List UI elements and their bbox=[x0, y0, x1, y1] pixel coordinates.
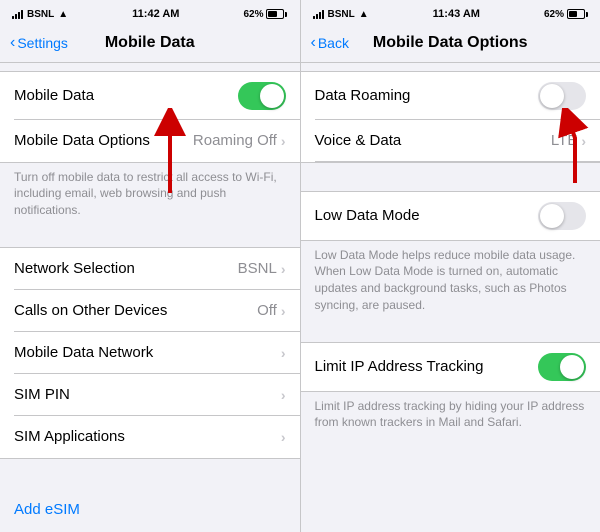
network-selection-chevron: › bbox=[281, 261, 286, 277]
back-label-1: Settings bbox=[17, 35, 68, 51]
back-button-1[interactable]: ‹ Settings bbox=[10, 35, 68, 51]
sim-apps-label: SIM Applications bbox=[14, 428, 281, 445]
nav-title-1: Mobile Data bbox=[105, 34, 195, 52]
signal-icon-2 bbox=[313, 9, 324, 19]
limit-ip-tracking-row[interactable]: Limit IP Address Tracking bbox=[301, 343, 600, 391]
mobile-data-row[interactable]: Mobile Data bbox=[0, 72, 300, 120]
back-chevron-2: ‹ bbox=[311, 35, 316, 51]
data-roaming-toggle[interactable] bbox=[538, 82, 586, 110]
low-data-mode-row[interactable]: Low Data Mode bbox=[301, 192, 600, 240]
data-roaming-row[interactable]: Data Roaming bbox=[301, 72, 600, 120]
nav-title-2: Mobile Data Options bbox=[373, 34, 528, 52]
mobile-data-options-label: Mobile Data Options bbox=[14, 132, 193, 149]
status-right-1: 62% bbox=[243, 9, 287, 20]
voice-data-label: Voice & Data bbox=[315, 132, 551, 149]
time-2: 11:43 AM bbox=[433, 8, 480, 20]
time-1: 11:42 AM bbox=[132, 8, 179, 20]
back-chevron-1: ‹ bbox=[10, 35, 15, 51]
network-selection-row[interactable]: Network Selection BSNL › bbox=[0, 248, 300, 290]
group-s2-1: Data Roaming Voice & Data LTE › bbox=[301, 71, 600, 163]
mobile-data-network-label: Mobile Data Network bbox=[14, 344, 281, 361]
content-1: Mobile Data Mobile Data Options Roaming … bbox=[0, 63, 300, 532]
mobile-data-network-chevron: › bbox=[281, 345, 286, 361]
mobile-data-network-row[interactable]: Mobile Data Network › bbox=[0, 332, 300, 374]
limit-ip-description: Limit IP address tracking by hiding your… bbox=[301, 392, 600, 432]
low-data-thumb bbox=[540, 204, 564, 228]
mobile-data-options-row[interactable]: Mobile Data Options Roaming Off › bbox=[0, 120, 300, 162]
back-button-2[interactable]: ‹ Back bbox=[311, 35, 349, 51]
status-left-2: BSNL ▲ bbox=[313, 9, 369, 20]
content-2: Data Roaming Voice & Data LTE › bbox=[301, 63, 600, 532]
battery-pct-1: 62% bbox=[243, 9, 263, 20]
group-s2-2: Low Data Mode bbox=[301, 191, 600, 241]
sim-pin-row[interactable]: SIM PIN › bbox=[0, 374, 300, 416]
calls-other-devices-chevron: › bbox=[281, 303, 286, 319]
status-left-1: BSNL ▲ bbox=[12, 9, 68, 20]
low-data-mode-toggle[interactable] bbox=[538, 202, 586, 230]
wifi-icon-1: ▲ bbox=[58, 9, 68, 20]
mobile-data-description: Turn off mobile data to restrict all acc… bbox=[0, 163, 300, 219]
group-1: Mobile Data Mobile Data Options Roaming … bbox=[0, 71, 300, 163]
battery-icon-2 bbox=[567, 9, 588, 19]
voice-data-value: LTE bbox=[551, 132, 577, 149]
network-selection-label: Network Selection bbox=[14, 260, 238, 277]
limit-ip-tracking-toggle[interactable] bbox=[538, 353, 586, 381]
mobile-data-label: Mobile Data bbox=[14, 87, 238, 104]
sim-pin-chevron: › bbox=[281, 387, 286, 403]
limit-ip-tracking-label: Limit IP Address Tracking bbox=[315, 358, 539, 375]
data-roaming-label: Data Roaming bbox=[315, 87, 539, 104]
mobile-data-options-value: Roaming Off bbox=[193, 132, 277, 149]
status-right-2: 62% bbox=[544, 9, 588, 20]
data-roaming-thumb bbox=[540, 84, 564, 108]
status-bar-2: BSNL ▲ 11:43 AM 62% bbox=[301, 0, 600, 26]
battery-pct-2: 62% bbox=[544, 9, 564, 20]
group-2: Network Selection BSNL › Calls on Other … bbox=[0, 247, 300, 459]
low-data-mode-label: Low Data Mode bbox=[315, 207, 539, 224]
mobile-data-options-chevron: › bbox=[281, 133, 286, 149]
calls-other-devices-value: Off bbox=[257, 302, 277, 319]
mobile-data-toggle[interactable] bbox=[238, 82, 286, 110]
network-selection-value: BSNL bbox=[238, 260, 277, 277]
calls-other-devices-label: Calls on Other Devices bbox=[14, 302, 257, 319]
screen1: BSNL ▲ 11:42 AM 62% ‹ Settings Mobile Da… bbox=[0, 0, 300, 532]
signal-icon-1 bbox=[12, 9, 23, 19]
sim-pin-label: SIM PIN bbox=[14, 386, 281, 403]
back-label-2: Back bbox=[318, 35, 349, 51]
status-bar-1: BSNL ▲ 11:42 AM 62% bbox=[0, 0, 300, 26]
nav-bar-2: ‹ Back Mobile Data Options bbox=[301, 26, 600, 62]
limit-ip-thumb bbox=[560, 355, 584, 379]
battery-icon-1 bbox=[266, 9, 287, 19]
screen2: BSNL ▲ 11:43 AM 62% ‹ Back Mobile Data O… bbox=[301, 0, 600, 532]
sim-apps-chevron: › bbox=[281, 429, 286, 445]
voice-data-row[interactable]: Voice & Data LTE › bbox=[301, 120, 600, 162]
wifi-icon-2: ▲ bbox=[359, 9, 369, 20]
sim-apps-row[interactable]: SIM Applications › bbox=[0, 416, 300, 458]
carrier-2: BSNL bbox=[328, 9, 355, 20]
calls-other-devices-row[interactable]: Calls on Other Devices Off › bbox=[0, 290, 300, 332]
group-s2-3: Limit IP Address Tracking bbox=[301, 342, 600, 392]
low-data-description: Low Data Mode helps reduce mobile data u… bbox=[301, 241, 600, 314]
nav-bar-1: ‹ Settings Mobile Data bbox=[0, 26, 300, 62]
toggle-thumb bbox=[260, 84, 284, 108]
add-esim-button[interactable]: Add eSIM bbox=[0, 487, 300, 532]
carrier-1: BSNL bbox=[27, 9, 54, 20]
voice-data-chevron: › bbox=[581, 133, 586, 149]
